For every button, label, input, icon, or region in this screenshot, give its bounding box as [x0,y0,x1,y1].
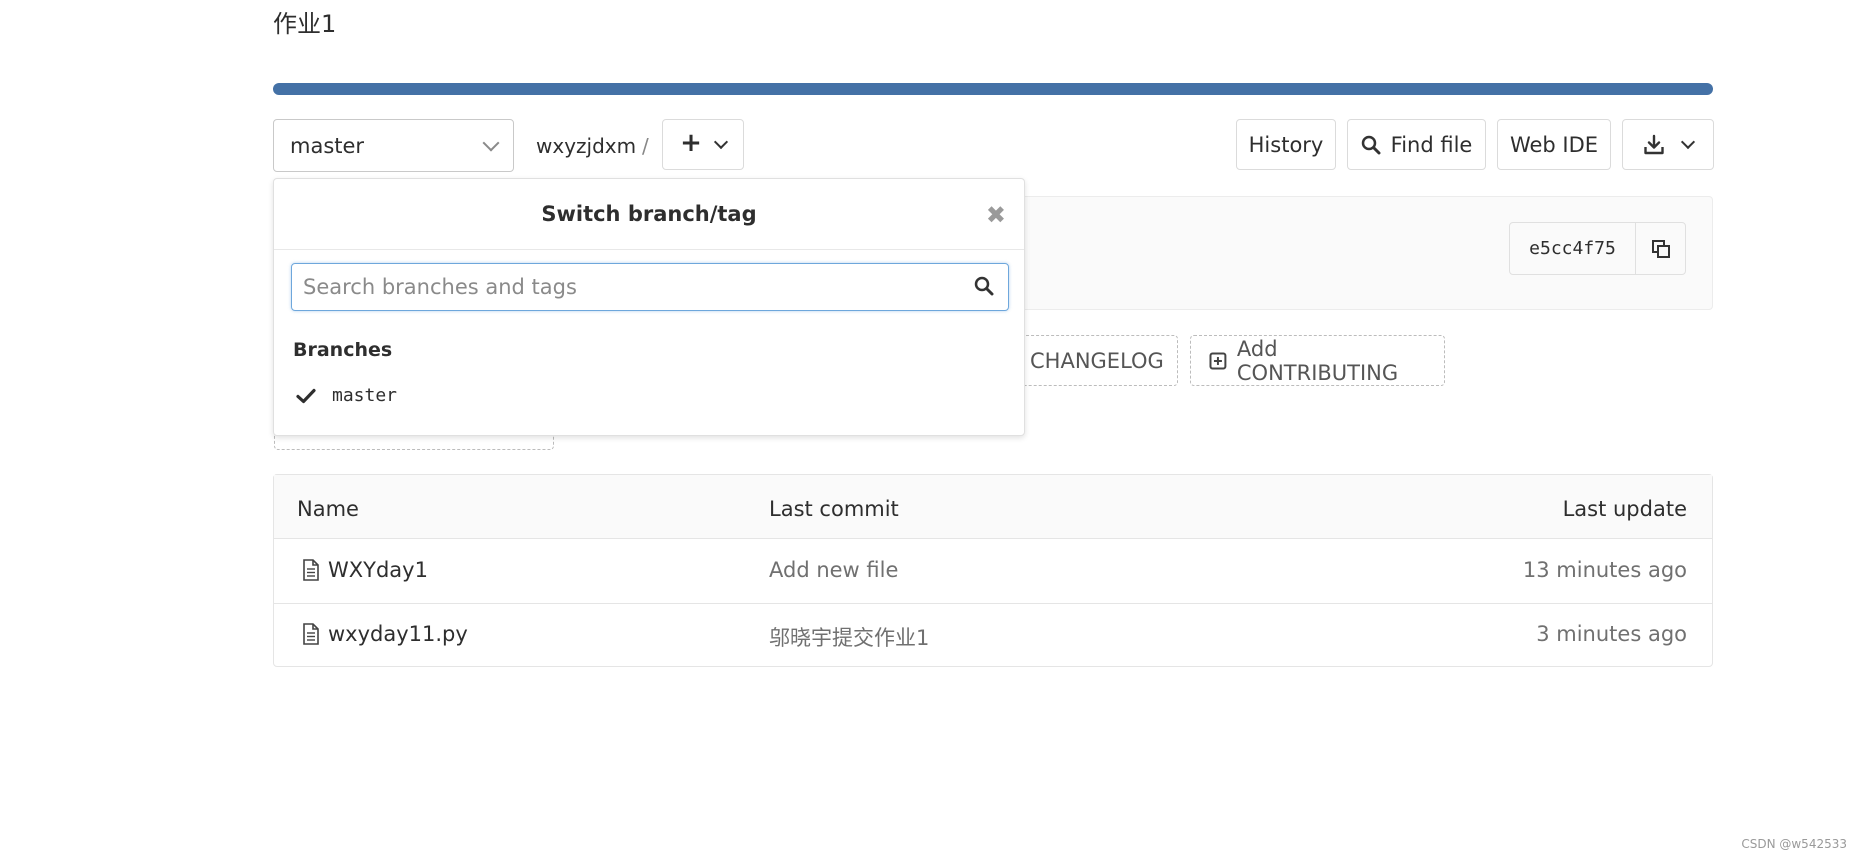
search-icon [974,276,994,296]
history-button[interactable]: History [1236,119,1336,170]
branch-item-master[interactable]: master [296,385,397,406]
branch-dropdown: Switch branch/tag ✖ Branches master [273,178,1025,436]
download-icon [1644,134,1664,154]
file-last-commit[interactable]: Add new file [769,558,898,582]
file-last-commit[interactable]: 邬晓宇提交作业1 [769,622,929,652]
file-last-update: 3 minutes ago [1536,622,1687,646]
plus-square-icon [1209,352,1227,369]
chevron-down-icon [482,134,500,151]
branch-search-input[interactable] [292,264,1008,310]
commit-sha[interactable]: e5cc4f75 [1510,223,1636,274]
file-name[interactable]: wxyday11.py [328,622,468,646]
copy-icon [1651,239,1670,258]
file-icon [303,559,319,581]
file-name-cell[interactable]: WXYday1 [302,558,428,582]
header-last-update: Last update [1562,497,1687,521]
commit-sha-box: e5cc4f75 [1509,222,1686,275]
table-row[interactable]: wxyday11.py 邬晓宇提交作业1 3 minutes ago [274,604,1712,667]
progress-bar [273,83,1713,95]
history-label: History [1248,132,1324,157]
find-file-label: Find file [1390,132,1473,157]
branch-select[interactable]: master [273,119,514,172]
branch-select-label: master [290,133,365,158]
branch-dropdown-title: Switch branch/tag [541,202,757,226]
header-name: Name [297,497,359,521]
plus-icon: + [680,128,702,158]
table-row[interactable]: WXYday1 Add new file 13 minutes ago [274,540,1712,604]
add-changelog-label: d CHANGELOG [1010,348,1164,373]
add-contributing-label: Add CONTRIBUTING [1236,336,1399,385]
file-name-cell[interactable]: wxyday11.py [302,622,468,646]
add-dropdown-button[interactable]: + [662,119,744,170]
web-ide-label: Web IDE [1509,132,1599,157]
find-file-button[interactable]: Find file [1347,119,1486,170]
file-table-header: Name Last commit Last update [274,475,1712,539]
file-last-update: 13 minutes ago [1522,558,1687,582]
branch-item-label: master [332,385,398,406]
file-icon [303,623,319,645]
chevron-down-icon [1680,134,1696,149]
watermark: CSDN @w542533 [1741,837,1847,851]
close-icon[interactable]: ✖ [986,201,1006,229]
add-contributing-button[interactable]: Add CONTRIBUTING [1190,335,1445,386]
web-ide-button[interactable]: Web IDE [1497,119,1611,170]
branch-search-field[interactable] [291,263,1009,311]
branches-section-label: Branches [293,339,393,361]
breadcrumb-project[interactable]: wxyzjdxm [536,134,636,158]
download-button[interactable] [1622,119,1714,170]
chevron-down-icon [713,134,728,149]
check-icon [296,388,316,403]
project-title: 作业1 [273,10,337,38]
breadcrumb-separator: / [642,134,649,158]
header-last-commit: Last commit [769,497,899,521]
copy-sha-button[interactable] [1636,223,1685,274]
search-icon [1361,135,1381,154]
file-name[interactable]: WXYday1 [328,558,428,582]
branch-dropdown-header: Switch branch/tag ✖ [274,179,1024,250]
